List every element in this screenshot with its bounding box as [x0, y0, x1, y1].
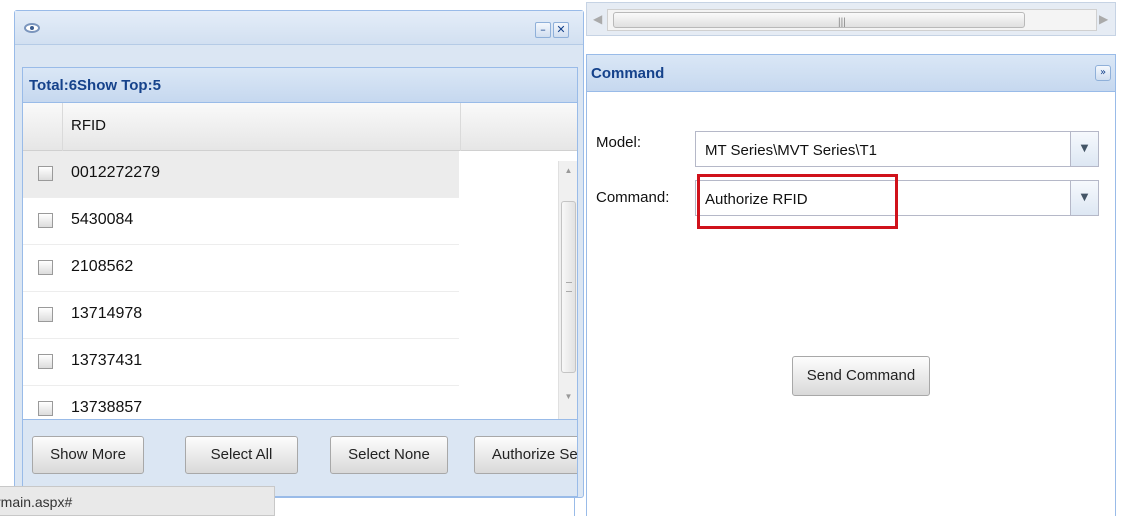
rfid-value: 13738857 [71, 399, 143, 416]
table-row[interactable]: 5430084 [23, 198, 459, 245]
close-icon[interactable]: ✕ [553, 22, 569, 38]
collapse-icon[interactable]: » [1095, 65, 1111, 81]
scrollbar-thumb[interactable] [561, 201, 576, 373]
rfid-grid: RFID 0012272279 5430084 2108562 13714978 [22, 103, 578, 419]
eye-icon [24, 23, 40, 33]
status-url: rmain.aspx# [0, 494, 73, 510]
model-label: Model: [596, 134, 642, 151]
table-row[interactable]: 13714978 [23, 292, 459, 339]
row-checkbox[interactable] [38, 260, 53, 275]
model-select[interactable]: MT Series\MVT Series\T1 ▼ [695, 131, 1099, 167]
header-checkbox-column[interactable] [23, 103, 63, 151]
model-value: MT Series\MVT Series\T1 [705, 142, 877, 159]
table-row[interactable]: 13738857 [23, 386, 459, 419]
scroll-down-arrow-icon[interactable]: ▼ [559, 389, 577, 405]
rfid-value: 13737431 [71, 352, 143, 369]
row-checkbox[interactable] [38, 354, 53, 369]
background-panel-edge [275, 497, 575, 516]
row-checkbox[interactable] [38, 166, 53, 181]
horizontal-scrollbar[interactable]: ◀ ||| ▶ [586, 2, 1116, 36]
rfid-window: – ✕ Total:6Show Top:5 RFID 0012272279 54… [14, 10, 584, 498]
dropdown-arrow-icon[interactable]: ▼ [1070, 132, 1098, 166]
screen: – ✕ Total:6Show Top:5 RFID 0012272279 54… [0, 0, 1123, 516]
rfid-value: 0012272279 [71, 164, 160, 181]
command-panel-title: Command [591, 65, 665, 82]
command-panel: Command » Model: MT Series\MVT Series\T1… [586, 54, 1116, 516]
grid-panel-title: Total:6Show Top:5 [29, 77, 161, 94]
scroll-left-arrow-icon[interactable]: ◀ [593, 12, 602, 26]
table-row[interactable]: 13737431 [23, 339, 459, 386]
select-none-button[interactable]: Select None [330, 436, 448, 474]
table-row[interactable]: 2108562 [23, 245, 459, 292]
command-select[interactable]: Authorize RFID ▼ [695, 180, 1099, 216]
scroll-right-arrow-icon[interactable]: ▶ [1099, 12, 1108, 26]
show-more-button[interactable]: Show More [32, 436, 144, 474]
select-all-button[interactable]: Select All [185, 436, 298, 474]
row-checkbox[interactable] [38, 401, 53, 416]
minimize-icon[interactable]: – [535, 22, 551, 38]
command-value: Authorize RFID [705, 191, 808, 208]
status-bar: rmain.aspx# [0, 486, 275, 516]
row-checkbox[interactable] [38, 213, 53, 228]
window-titlebar[interactable]: – ✕ [15, 11, 583, 45]
scrollbar-grip-icon: ||| [838, 17, 846, 28]
send-command-button[interactable]: Send Command [792, 356, 930, 396]
table-row[interactable]: 0012272279 [23, 151, 459, 198]
header-rfid-column[interactable]: RFID [63, 103, 461, 151]
rfid-column-label: RFID [71, 117, 106, 134]
horizontal-scrollbar-thumb[interactable]: ||| [613, 12, 1025, 28]
grid-vertical-scrollbar[interactable]: ▲ ▼ [558, 161, 577, 419]
rfid-value: 13714978 [71, 305, 143, 322]
dropdown-arrow-icon[interactable]: ▼ [1070, 181, 1098, 215]
row-checkbox[interactable] [38, 307, 53, 322]
grid-header: RFID [23, 103, 577, 151]
rfid-value: 2108562 [71, 258, 134, 275]
command-label: Command: [596, 189, 670, 206]
authorize-selected-button[interactable]: Authorize Sel [474, 436, 577, 474]
scroll-up-arrow-icon[interactable]: ▲ [559, 163, 577, 179]
scrollbar-grip-icon [566, 282, 572, 292]
command-panel-header: Command » [587, 54, 1115, 92]
rfid-value: 5430084 [71, 211, 134, 228]
grid-panel-header: Total:6Show Top:5 [22, 67, 578, 103]
